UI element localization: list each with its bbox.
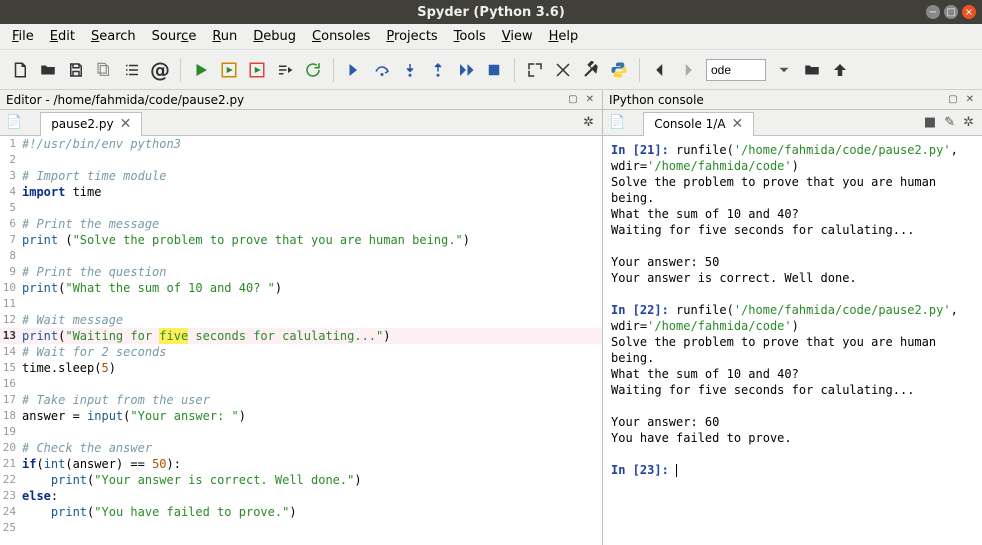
save-all-icon[interactable] <box>94 60 114 80</box>
preferences-icon[interactable] <box>581 60 601 80</box>
save-icon[interactable] <box>66 60 86 80</box>
debug-icon[interactable] <box>344 60 364 80</box>
editor-tabs: 📄 pause2.py ✕ ✲ <box>0 110 602 136</box>
editor-pane: Editor - /home/fahmida/code/pause2.py ▢ ✕… <box>0 90 603 545</box>
menu-view[interactable]: View <box>496 27 539 46</box>
step-into-icon[interactable] <box>400 60 420 80</box>
run-cell-icon[interactable] <box>219 60 239 80</box>
editor-path: Editor - /home/fahmida/code/pause2.py <box>6 93 244 107</box>
menu-file[interactable]: File <box>6 27 40 46</box>
tab-close-icon[interactable]: ✕ <box>120 116 132 132</box>
editor-dock-icon[interactable]: ▢ <box>566 94 579 105</box>
console-output[interactable]: In [21]: runfile('/home/fahmida/code/pau… <box>603 136 982 545</box>
run-selection-icon[interactable] <box>275 60 295 80</box>
step-out-icon[interactable] <box>428 60 448 80</box>
maximize-pane-icon[interactable] <box>525 60 545 80</box>
run-cell-advance-icon[interactable] <box>247 60 267 80</box>
menu-help[interactable]: Help <box>543 27 585 46</box>
menu-debug[interactable]: Debug <box>247 27 302 46</box>
editor-close-icon[interactable]: ✕ <box>584 94 596 105</box>
menu-search[interactable]: Search <box>85 27 142 46</box>
list-icon[interactable] <box>122 60 142 80</box>
step-over-icon[interactable] <box>372 60 392 80</box>
console-tab-label: Console 1/A <box>654 117 725 131</box>
console-tab[interactable]: Console 1/A ✕ <box>643 112 754 136</box>
console-header: IPython console ▢ ✕ <box>603 90 982 110</box>
menu-source[interactable]: Source <box>146 27 203 46</box>
file-browser-icon[interactable]: 📄 <box>6 115 22 130</box>
main-area: Editor - /home/fahmida/code/pause2.py ▢ ✕… <box>0 90 982 545</box>
fullscreen-icon[interactable] <box>553 60 573 80</box>
minimize-button[interactable]: − <box>926 5 940 19</box>
run-icon[interactable] <box>191 60 211 80</box>
close-button[interactable]: × <box>962 5 976 19</box>
maximize-button[interactable]: □ <box>944 5 958 19</box>
console-options-icon[interactable]: ✲ <box>963 115 974 130</box>
console-close-icon[interactable]: ✕ <box>964 94 976 105</box>
dropdown-icon[interactable] <box>774 60 794 80</box>
continue-icon[interactable] <box>456 60 476 80</box>
rerun-icon[interactable] <box>303 60 323 80</box>
back-icon[interactable] <box>650 60 670 80</box>
menu-consoles[interactable]: Consoles <box>306 27 376 46</box>
menu-tools[interactable]: Tools <box>448 27 492 46</box>
console-pane: IPython console ▢ ✕ 📄 Console 1/A ✕ ■ ✎ ✲… <box>603 90 982 545</box>
menu-bar: File Edit Search Source Run Debug Consol… <box>0 24 982 50</box>
console-title: IPython console <box>609 93 704 107</box>
console-stop-icon[interactable]: ■ <box>924 115 936 130</box>
browse-icon[interactable] <box>802 60 822 80</box>
editor-options-icon[interactable]: ✲ <box>583 115 594 130</box>
forward-icon[interactable] <box>678 60 698 80</box>
at-icon[interactable]: @ <box>150 60 170 80</box>
parent-dir-icon[interactable] <box>830 60 850 80</box>
stop-debug-icon[interactable] <box>484 60 504 80</box>
editor-tab[interactable]: pause2.py ✕ <box>40 112 142 136</box>
console-dock-icon[interactable]: ▢ <box>946 94 959 105</box>
cursor <box>676 464 677 477</box>
console-tab-close-icon[interactable]: ✕ <box>732 116 744 132</box>
new-file-icon[interactable] <box>10 60 30 80</box>
editor-header: Editor - /home/fahmida/code/pause2.py ▢ ✕ <box>0 90 602 110</box>
code-editor[interactable]: 1#!/usr/bin/env python3 2 3# Import time… <box>0 136 602 545</box>
menu-projects[interactable]: Projects <box>380 27 443 46</box>
tool-bar: @ <box>0 50 982 90</box>
console-tabs: 📄 Console 1/A ✕ ■ ✎ ✲ <box>603 110 982 136</box>
title-bar: Spyder (Python 3.6) − □ × <box>0 0 982 24</box>
menu-run[interactable]: Run <box>206 27 243 46</box>
menu-edit[interactable]: Edit <box>44 27 81 46</box>
working-dir-input[interactable] <box>706 59 766 81</box>
python-icon[interactable] <box>609 60 629 80</box>
open-folder-icon[interactable] <box>38 60 58 80</box>
console-browser-icon[interactable]: 📄 <box>609 115 625 130</box>
editor-tab-label: pause2.py <box>51 117 113 131</box>
window-title: Spyder (Python 3.6) <box>417 5 565 20</box>
console-clear-icon[interactable]: ✎ <box>944 115 955 130</box>
